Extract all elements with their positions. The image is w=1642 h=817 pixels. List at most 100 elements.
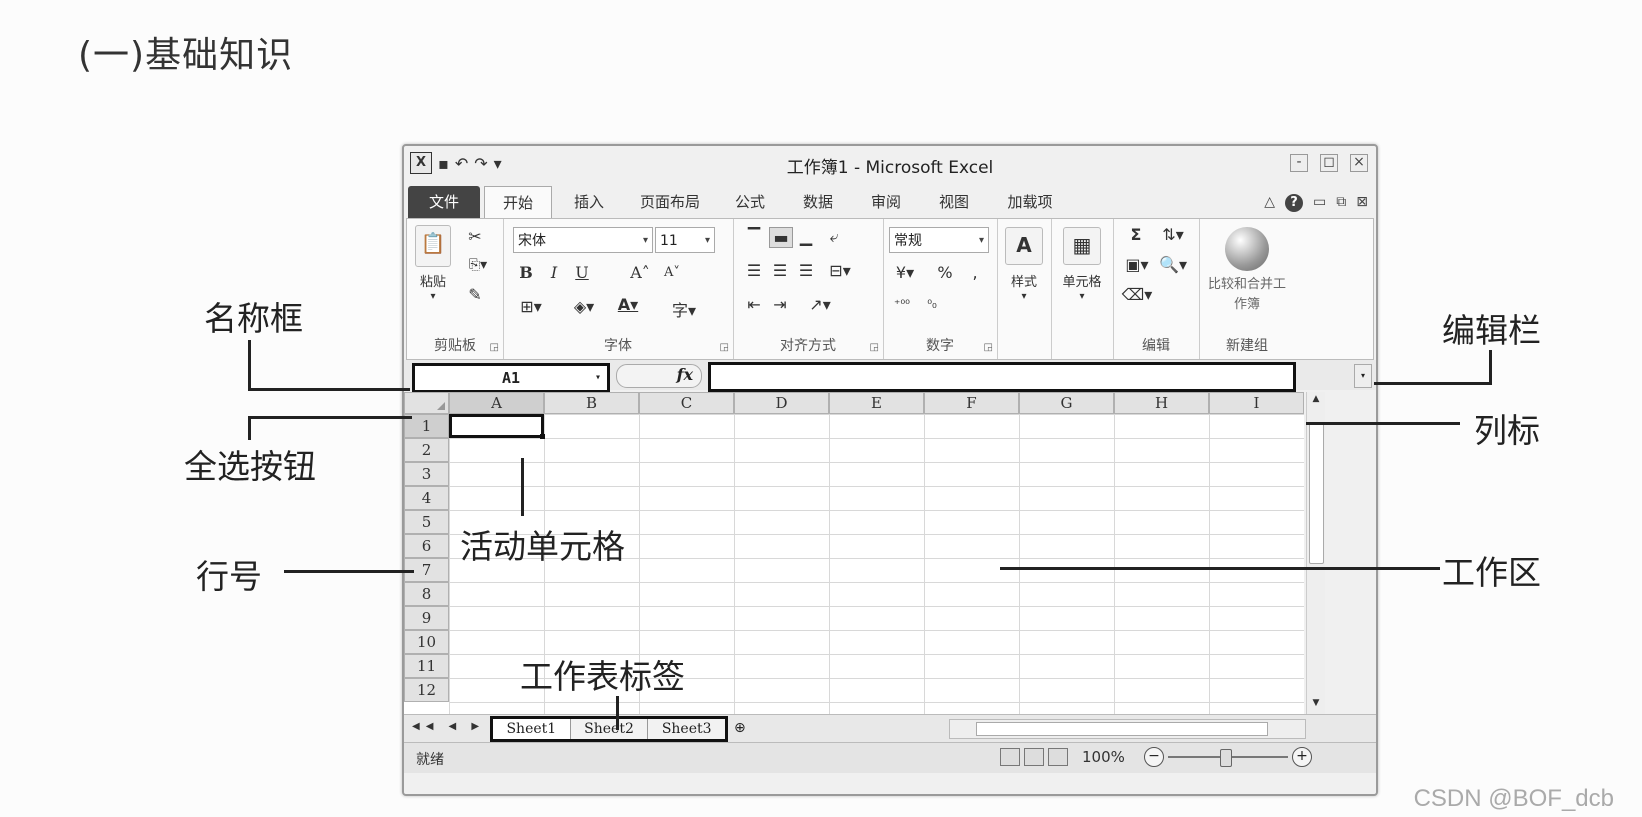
doc-close-icon[interactable]: ⊠ — [1356, 194, 1368, 212]
find-select-icon[interactable]: 🔍▾ — [1155, 255, 1191, 274]
number-format-combo[interactable]: 常规 ▾ — [889, 227, 989, 253]
column-header-f[interactable]: F — [924, 392, 1019, 414]
tab-file[interactable]: 文件 — [408, 186, 480, 218]
compare-merge-icon[interactable] — [1225, 227, 1269, 271]
select-all-button[interactable] — [404, 392, 449, 414]
sheet-tab[interactable]: Sheet2 — [570, 719, 649, 739]
column-header-c[interactable]: C — [639, 392, 734, 414]
percent-button[interactable]: % — [935, 263, 955, 282]
zoom-slider[interactable] — [1168, 749, 1288, 767]
close-button[interactable]: × — [1350, 154, 1368, 172]
horizontal-scroll-thumb[interactable] — [976, 722, 1268, 736]
cells-dropdown-icon[interactable]: ▾ — [1051, 291, 1113, 302]
chevron-down-icon[interactable]: ▾ — [595, 366, 601, 390]
insert-sheet-icon[interactable]: ⊕ — [734, 720, 746, 736]
column-header-e[interactable]: E — [829, 392, 924, 414]
clipboard-launcher-icon[interactable]: ◲ — [490, 342, 499, 353]
increase-indent-icon[interactable]: ⇥ — [769, 295, 791, 314]
column-header-i[interactable]: I — [1209, 392, 1304, 414]
row-header-4[interactable]: 4 — [404, 486, 449, 510]
font-launcher-icon[interactable]: ◲ — [720, 342, 729, 353]
sheet-tab[interactable]: Sheet1 — [493, 719, 571, 739]
row-header-10[interactable]: 10 — [404, 630, 449, 654]
align-left-icon[interactable]: ☰ — [743, 261, 765, 280]
sort-filter-icon[interactable]: ⇅▾ — [1155, 225, 1191, 244]
zoom-out-button[interactable]: − — [1144, 747, 1164, 767]
shrink-font-icon[interactable]: A˅ — [659, 265, 685, 280]
number-launcher-icon[interactable]: ◲ — [984, 342, 993, 353]
fill-color-icon[interactable]: ◈▾ — [567, 297, 601, 316]
grow-font-icon[interactable]: A˄ — [627, 263, 653, 282]
row-header-8[interactable]: 8 — [404, 582, 449, 606]
tab-page-layout[interactable]: 页面布局 — [628, 186, 712, 218]
borders-icon[interactable]: ⊞▾ — [517, 297, 545, 316]
tab-review[interactable]: 审阅 — [856, 186, 916, 218]
tab-insert[interactable]: 插入 — [556, 186, 622, 218]
row-header-12[interactable]: 12 — [404, 678, 449, 702]
tab-addins[interactable]: 加载项 — [994, 186, 1066, 218]
row-header-5[interactable]: 5 — [404, 510, 449, 534]
tab-data[interactable]: 数据 — [788, 186, 848, 218]
paste-icon[interactable]: 📋 — [415, 225, 451, 267]
restore-button[interactable]: ◻ — [1320, 154, 1338, 172]
column-header-d[interactable]: D — [734, 392, 829, 414]
expand-formula-bar-icon[interactable]: ▾ — [1354, 364, 1372, 388]
cells-icon[interactable]: ▦ — [1063, 227, 1101, 265]
wrap-text-icon[interactable]: ⤶ — [823, 227, 845, 247]
scroll-down-icon[interactable]: ▼ — [1307, 698, 1325, 712]
name-box[interactable]: A1 ▾ — [412, 363, 610, 393]
vertical-scroll-thumb[interactable] — [1309, 422, 1324, 564]
fill-icon[interactable]: ▣▾ — [1121, 255, 1153, 274]
collapse-ribbon-icon[interactable]: △ — [1264, 194, 1275, 212]
sheet-tab[interactable]: Sheet3 — [648, 719, 726, 739]
row-header-2[interactable]: 2 — [404, 438, 449, 462]
decrease-indent-icon[interactable]: ⇤ — [743, 295, 765, 314]
paste-button[interactable]: 粘贴 — [413, 271, 453, 290]
orientation-icon[interactable]: ↗▾ — [803, 295, 837, 314]
vertical-scrollbar[interactable]: ▲ ▼ — [1306, 392, 1325, 714]
currency-icon[interactable]: ¥▾ — [889, 263, 921, 282]
column-header-a[interactable]: A — [449, 392, 544, 414]
horizontal-scrollbar[interactable] — [949, 719, 1306, 739]
zoom-level[interactable]: 100% — [1082, 748, 1125, 766]
font-size-combo[interactable]: 11 ▾ — [655, 227, 715, 253]
minimize-button[interactable]: - — [1290, 154, 1308, 172]
format-painter-icon[interactable]: ✎ — [463, 285, 487, 304]
comma-style-icon[interactable]: , — [967, 263, 983, 282]
zoom-slider-knob[interactable] — [1220, 749, 1232, 767]
align-bottom-icon[interactable]: ▁ — [795, 227, 817, 246]
column-header-b[interactable]: B — [544, 392, 639, 414]
align-top-icon[interactable]: ▔ — [743, 227, 765, 246]
font-name-combo[interactable]: 宋体 ▾ — [513, 227, 653, 253]
styles-dropdown-icon[interactable]: ▾ — [997, 291, 1051, 302]
increase-decimal-icon[interactable]: ⁺⁰⁰ — [889, 297, 915, 311]
formula-input[interactable] — [708, 362, 1296, 392]
compare-merge-button[interactable]: 比较和合并工作簿 — [1203, 275, 1291, 315]
phonetic-icon[interactable]: 字▾ — [667, 297, 701, 321]
styles-icon[interactable]: A — [1005, 227, 1043, 265]
doc-minimize-icon[interactable]: ▭ — [1313, 194, 1326, 212]
help-icon[interactable]: ? — [1285, 194, 1304, 212]
clear-icon[interactable]: ⌫▾ — [1121, 285, 1153, 304]
normal-view-icon[interactable] — [1000, 748, 1020, 766]
tab-home[interactable]: 开始 — [484, 186, 552, 219]
tab-formulas[interactable]: 公式 — [720, 186, 780, 218]
page-layout-view-icon[interactable] — [1024, 748, 1044, 766]
doc-restore-icon[interactable]: ⧉ — [1336, 194, 1346, 212]
align-center-icon[interactable]: ☰ — [769, 261, 791, 280]
styles-button[interactable]: 样式 — [997, 271, 1051, 290]
paste-dropdown-icon[interactable]: ▾ — [413, 291, 453, 302]
row-header-3[interactable]: 3 — [404, 462, 449, 486]
bold-button[interactable]: B — [517, 263, 535, 282]
decrease-decimal-icon[interactable]: ⁰₀ — [919, 297, 945, 311]
row-header-11[interactable]: 11 — [404, 654, 449, 678]
row-header-6[interactable]: 6 — [404, 534, 449, 558]
zoom-in-button[interactable]: + — [1292, 747, 1312, 767]
merge-center-icon[interactable]: ⊟▾ — [823, 261, 857, 280]
row-header-9[interactable]: 9 — [404, 606, 449, 630]
font-color-icon[interactable]: A▾ — [611, 295, 645, 314]
column-header-h[interactable]: H — [1114, 392, 1209, 414]
active-cell[interactable] — [449, 414, 545, 439]
italic-button[interactable]: I — [545, 263, 563, 282]
scroll-up-icon[interactable]: ▲ — [1307, 394, 1325, 408]
